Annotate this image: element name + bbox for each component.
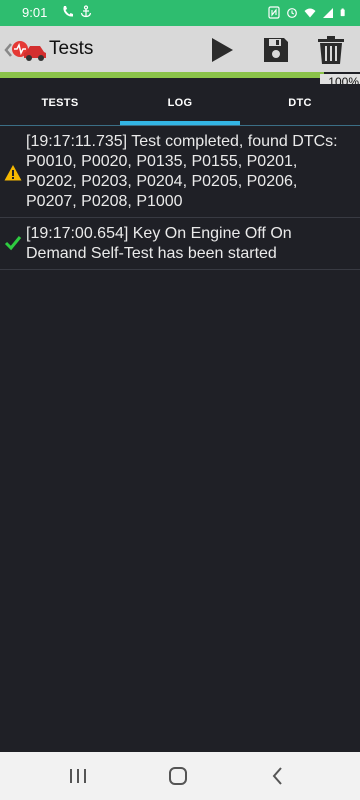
delete-button[interactable] (315, 34, 347, 66)
log-entry: [19:17:11.735] Test completed, found DTC… (0, 126, 360, 218)
save-button[interactable] (260, 34, 292, 66)
nfc-icon (268, 6, 280, 19)
run-test-button[interactable] (205, 34, 237, 66)
status-left-icons (62, 5, 92, 18)
back-icon[interactable] (266, 764, 290, 788)
app-toolbar: Tests (0, 26, 360, 72)
log-entry: [19:17:00.654] Key On Engine Off On Dema… (0, 218, 360, 270)
status-bar: 9:01 (0, 0, 360, 26)
tab-bar: TESTS LOG DTC (0, 84, 360, 126)
home-icon[interactable] (166, 764, 190, 788)
save-icon (264, 38, 288, 62)
page-title: Tests (49, 38, 94, 59)
warning-triangle-icon (4, 165, 22, 181)
log-entry-text: [19:17:11.735] Test completed, found DTC… (26, 133, 338, 210)
tab-label: DTC (288, 97, 312, 109)
play-icon (212, 38, 233, 62)
tab-tests[interactable]: TESTS (0, 84, 120, 126)
tab-log[interactable]: LOG (120, 84, 240, 126)
log-entry-text: [19:17:00.654] Key On Engine Off On Dema… (26, 225, 292, 262)
alarm-icon (287, 8, 297, 18)
system-nav-bar (0, 752, 360, 800)
tab-label: TESTS (41, 97, 79, 109)
phone-icon (63, 6, 73, 17)
checkmark-icon (4, 236, 22, 251)
tab-label: LOG (167, 97, 193, 109)
status-time: 9:01 (22, 5, 48, 20)
recent-apps-icon[interactable] (66, 764, 90, 788)
wifi-icon (304, 8, 316, 18)
status-right-icons (268, 6, 348, 19)
test-progress-bar (0, 72, 324, 78)
anchor-icon (80, 5, 92, 18)
tab-dtc[interactable]: DTC (240, 84, 360, 126)
progress-fill (0, 72, 324, 78)
trash-icon (318, 36, 344, 64)
signal-icon (323, 8, 333, 18)
log-list[interactable]: [19:17:11.735] Test completed, found DTC… (0, 126, 360, 270)
battery-icon (340, 8, 345, 17)
back-app-logo-icon[interactable] (4, 36, 48, 64)
